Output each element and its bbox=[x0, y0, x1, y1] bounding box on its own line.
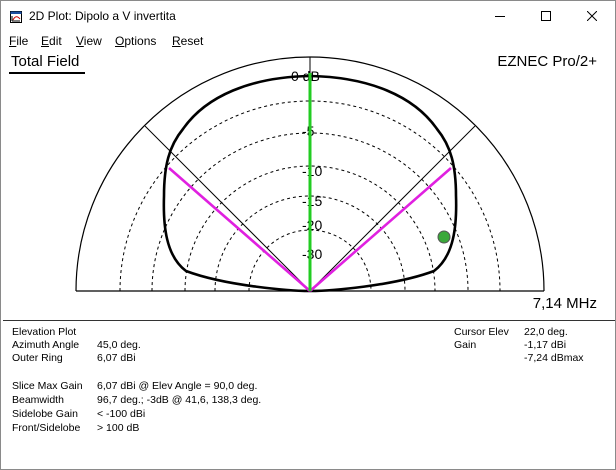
azimuth-angle-value: 45,0 deg. bbox=[97, 339, 141, 351]
sidelobe-gain-value: < -100 dBi bbox=[97, 408, 146, 420]
front-sidelobe-label: Front/Sidelobe bbox=[12, 422, 81, 434]
ring-label-20: -20 bbox=[302, 217, 322, 233]
ring-label-5: -5 bbox=[302, 123, 315, 139]
slice-max-gain-value: 6,07 dBi @ Elev Angle = 90,0 deg. bbox=[97, 380, 258, 392]
slice-max-gain-label: Slice Max Gain bbox=[12, 380, 83, 392]
outer-ring-label: Outer Ring bbox=[12, 352, 63, 364]
cursor-marker[interactable] bbox=[437, 230, 451, 244]
front-sidelobe-value: > 100 dB bbox=[97, 422, 140, 434]
cursor-gain-dbmax-value: -7,24 dBmax bbox=[524, 352, 584, 364]
sidelobe-gain-label: Sidelobe Gain bbox=[12, 408, 78, 420]
beamwidth-value: 96,7 deg.; -3dB @ 41,6, 138,3 deg. bbox=[97, 394, 262, 406]
beamwidth-label: Beamwidth bbox=[12, 394, 64, 406]
frequency-label: 7,14 MHz bbox=[532, 295, 597, 312]
outer-ring-value: 6,07 dBi bbox=[97, 352, 136, 364]
azimuth-angle-label: Azimuth Angle bbox=[12, 339, 80, 351]
total-field-underline bbox=[9, 72, 85, 74]
ring-label-10: -10 bbox=[302, 163, 322, 179]
cursor-gain-value: -1,17 dBi bbox=[524, 339, 567, 351]
cursor-gain-label: Gain bbox=[454, 339, 477, 351]
brand-label: EZNEC Pro/2+ bbox=[497, 53, 597, 70]
polar-plot[interactable]: 0 dB -5 -10 -15 -20 -30 bbox=[1, 1, 615, 321]
total-field-label: Total Field bbox=[11, 53, 80, 70]
plot-window: 2D Plot: Dipolo a V invertita File Edit … bbox=[0, 0, 616, 470]
plot-type-label: Elevation Plot bbox=[12, 326, 77, 338]
cursor-elev-label: Cursor Elev bbox=[454, 326, 509, 338]
ring-label-15: -15 bbox=[302, 193, 322, 209]
ring-label-30: -30 bbox=[302, 246, 322, 262]
cursor-elev-value: 22,0 deg. bbox=[524, 326, 568, 338]
